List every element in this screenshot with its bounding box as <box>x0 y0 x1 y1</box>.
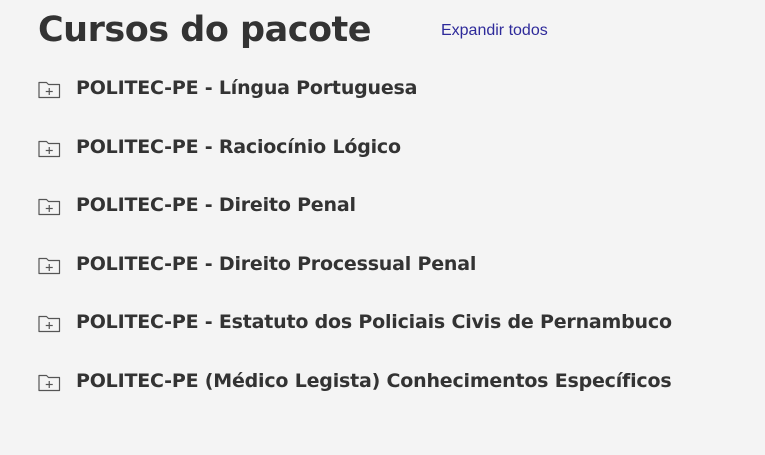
expand-all-link[interactable]: Expandir todos <box>441 22 548 40</box>
course-label[interactable]: POLITEC-PE (Médico Legista) Conhecimento… <box>76 370 672 392</box>
page-title: Cursos do pacote <box>38 9 371 50</box>
folder-plus-icon[interactable] <box>38 373 61 392</box>
folder-plus-icon[interactable] <box>38 197 61 216</box>
course-label[interactable]: POLITEC-PE - Direito Penal <box>76 194 356 216</box>
course-label[interactable]: POLITEC-PE - Direito Processual Penal <box>76 253 476 275</box>
course-item[interactable]: POLITEC-PE - Língua Portuguesa <box>38 70 755 106</box>
course-item[interactable]: POLITEC-PE - Estatuto dos Policiais Civi… <box>38 304 755 340</box>
course-item[interactable]: POLITEC-PE - Direito Penal <box>38 187 755 223</box>
header: Cursos do pacote Expandir todos <box>38 4 745 56</box>
folder-plus-icon[interactable] <box>38 256 61 275</box>
folder-plus-icon[interactable] <box>38 80 61 99</box>
course-label[interactable]: POLITEC-PE - Raciocínio Lógico <box>76 136 401 158</box>
folder-plus-icon[interactable] <box>38 314 61 333</box>
course-item[interactable]: POLITEC-PE - Direito Processual Penal <box>38 246 755 282</box>
course-label[interactable]: POLITEC-PE - Estatuto dos Policiais Civi… <box>76 311 672 333</box>
course-item[interactable]: POLITEC-PE - Raciocínio Lógico <box>38 129 755 165</box>
folder-plus-icon[interactable] <box>38 139 61 158</box>
course-list: POLITEC-PE - Língua Portuguesa POLITEC-P… <box>38 70 755 422</box>
course-item[interactable]: POLITEC-PE (Médico Legista) Conhecimento… <box>38 363 755 399</box>
course-label[interactable]: POLITEC-PE - Língua Portuguesa <box>76 77 417 99</box>
